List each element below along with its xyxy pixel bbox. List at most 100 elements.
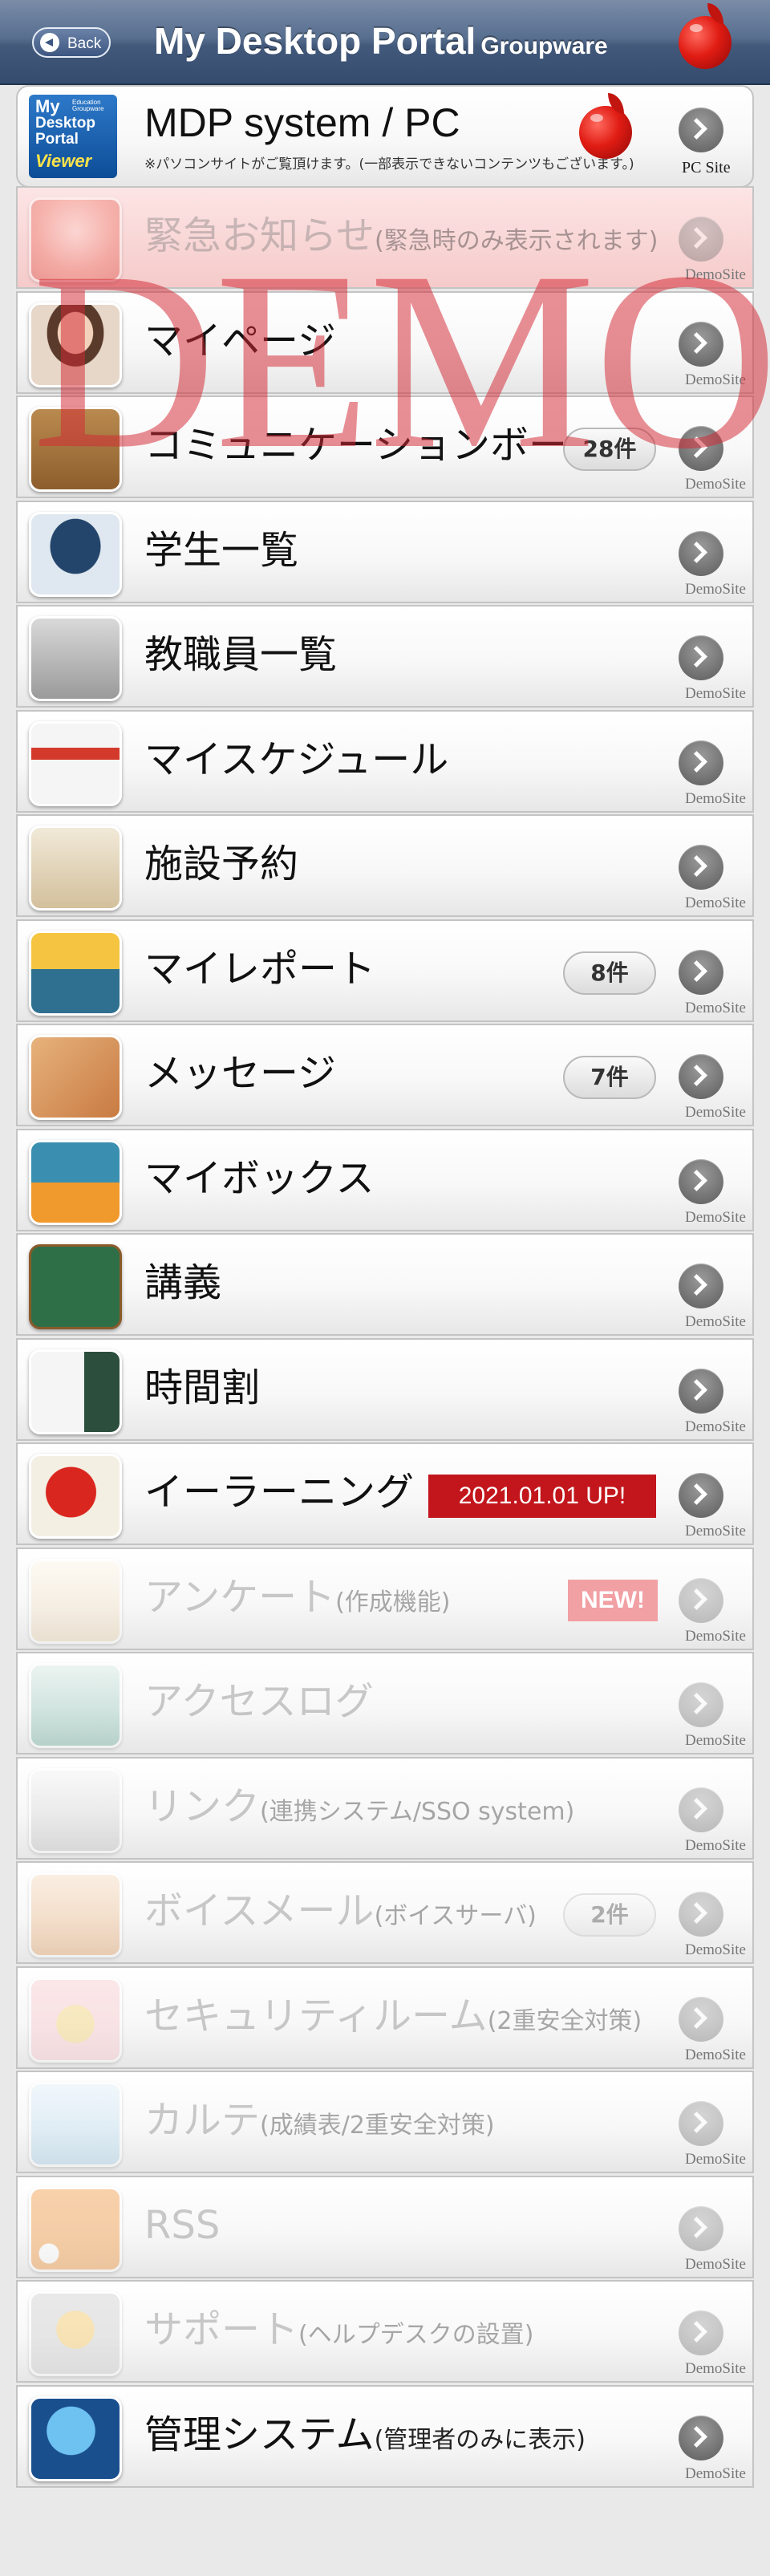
mdp-logo-line-2: Desktop [35,115,95,132]
menu-row-title: セキュリティルーム [144,1993,488,2038]
chevron-right-icon[interactable] [679,1368,723,1414]
menu-row-label: コミュニケーションボード [144,420,606,471]
rss-icon [29,2186,122,2272]
menu-row-subtitle: (成績表/2重安全対策) [260,2112,495,2140]
chevron-right-icon[interactable] [679,426,723,471]
header-bar: Back My Desktop Portal Groupware [0,0,770,85]
chart-document-icon [29,2082,122,2167]
menu-row-label: アクセスログ [144,1676,374,1727]
new-badge: NEW! [568,1579,658,1621]
menu-row-label: 施設予約 [144,838,298,890]
menu-row[interactable]: コミュニケーションボード 28件 DemoSite [16,396,754,498]
chevron-right-icon[interactable] [679,1264,723,1308]
menu-row-label: マイスケジュール [144,734,448,785]
profile-photo-icon [29,302,122,387]
back-button[interactable]: Back [32,27,111,58]
menu-row-label: RSS [144,2200,220,2251]
chevron-right-icon[interactable] [679,949,723,995]
menu-row[interactable]: 時間割 DemoSite [16,1337,754,1441]
menu-row-label: イーラーニング [144,1466,414,1518]
elearning-icon [29,1454,122,1539]
chevron-right-icon[interactable] [679,2205,723,2251]
menu-row-label: サポート(ヘルプデスクの設置) [144,2304,533,2361]
menu-row-label: メッセージ [144,1048,336,1099]
demo-site-label: DemoSite [685,789,746,807]
menu-row[interactable]: マイレポート 8件 DemoSite [16,919,754,1022]
chevron-right-icon[interactable] [679,1996,723,2042]
menu-row[interactable]: カルテ(成績表/2重安全対策) DemoSite [16,2071,754,2173]
menu-row-title: 緊急お知らせ [144,213,375,258]
timetable-icon [29,1349,122,1434]
menu-row-title: リンク [144,1783,261,1829]
menu-row-title: メッセージ [144,1051,337,1096]
menu-row[interactable]: 管理システム(管理者のみに表示) DemoSite [16,2384,754,2488]
voice-mail-icon [29,1872,122,1957]
menu-row[interactable]: マイページ DemoSite [16,290,754,394]
chevron-right-icon[interactable] [679,530,723,576]
mdp-globe-icon [29,2395,122,2481]
update-badge: 2021.01.01 UP! [428,1475,656,1518]
menu-row[interactable]: セキュリティルーム(2重安全対策) DemoSite [16,1965,754,2069]
menu-row[interactable]: 施設予約 DemoSite [16,814,754,917]
mdp-logo-small-text: Education Groupware [72,99,104,112]
calendar-icon [29,720,122,806]
menu-row[interactable]: 講義 DemoSite [16,1233,754,1336]
demo-site-label: DemoSite [685,580,746,598]
menu-row[interactable]: 学生一覧 DemoSite [16,500,754,603]
menu-row[interactable]: 教職員一覧 DemoSite [16,605,754,708]
menu-row[interactable]: RSS DemoSite [16,2175,754,2278]
menu-row[interactable]: イーラーニング 2021.01.01 UP! DemoSite [16,1442,754,1545]
chevron-right-icon[interactable] [679,1577,723,1623]
chevron-right-icon[interactable] [679,321,723,367]
chevron-right-icon[interactable] [679,217,723,262]
chevron-right-icon[interactable] [679,108,723,152]
chevron-right-icon[interactable] [679,845,723,890]
menu-row-subtitle: (ヘルプデスクの設置) [298,2321,534,2349]
demo-site-label: DemoSite [685,2151,746,2168]
demo-site-label: DemoSite [685,1836,746,1854]
demo-site-label: DemoSite [685,2464,746,2482]
chevron-right-icon[interactable] [679,2101,723,2146]
menu-row-title: アクセスログ [144,1679,374,1724]
chart-icon [29,1663,122,1748]
graduation-cap-icon [29,511,122,597]
mdp-title: MDP system / PC [144,100,460,145]
mdp-pc-site-row[interactable]: My Education Groupware Desktop Portal Vi… [16,85,754,188]
chevron-right-icon[interactable] [679,1892,723,1937]
menu-row-label: リンク(連携システム/SSO system) [144,1781,574,1838]
chevron-right-icon[interactable] [679,2415,723,2460]
chevron-right-icon[interactable] [679,2310,723,2355]
menu-row[interactable]: アクセスログ DemoSite [16,1652,754,1755]
chevron-right-icon[interactable] [679,740,723,785]
chevron-right-icon[interactable] [679,1158,723,1204]
menu-row[interactable]: マイスケジュール DemoSite [16,709,754,813]
chevron-right-icon[interactable] [679,635,723,680]
app-title: My Desktop Portal Groupware [154,14,608,73]
demo-site-label: DemoSite [685,1208,746,1226]
menu-row[interactable]: アンケート(作成機能) NEW! DemoSite [16,1547,754,1650]
menu-row-title: マイスケジュール [144,736,449,782]
menu-row[interactable]: ボイスメール(ボイスサーバ) 2件 DemoSite [16,1861,754,1964]
menu-row-label: 管理システム(管理者のみに表示) [144,2409,586,2466]
menu-row-label: 講義 [144,1257,221,1308]
demo-site-label: DemoSite [685,1313,746,1330]
chevron-right-icon[interactable] [679,1054,723,1099]
menu-row-subtitle: (作成機能) [335,1588,451,1617]
chevron-right-icon[interactable] [679,1473,723,1518]
report-tray-icon [29,930,122,1016]
envelope-icon [29,1035,122,1120]
menu-row[interactable]: 緊急お知らせ(緊急時のみ表示されます) DemoSite [16,186,754,289]
menu-row[interactable]: メッセージ 7件 DemoSite [16,1024,754,1126]
menu-row-title: カルテ [144,2098,261,2143]
chevron-right-icon[interactable] [679,1682,723,1727]
apple-logo-icon [579,93,632,159]
chevron-right-icon[interactable] [679,1787,723,1832]
menu-row[interactable]: サポート(ヘルプデスクの設置) DemoSite [16,2280,754,2383]
menu-row-title: イーラーニング [144,1470,415,1515]
menu-row-subtitle: (連携システム/SSO system) [260,1797,575,1826]
demo-site-label: DemoSite [685,895,746,911]
menu-row[interactable]: リンク(連携システム/SSO system) DemoSite [16,1756,754,1860]
mdp-subtitle: ※パソコンサイトがご覧頂けます。(一部表示できないコンテンツもございます。) [144,156,634,172]
menu-row-label: セキュリティルーム(2重安全対策) [144,1990,642,2047]
menu-row[interactable]: マイボックス DemoSite [16,1128,754,1231]
